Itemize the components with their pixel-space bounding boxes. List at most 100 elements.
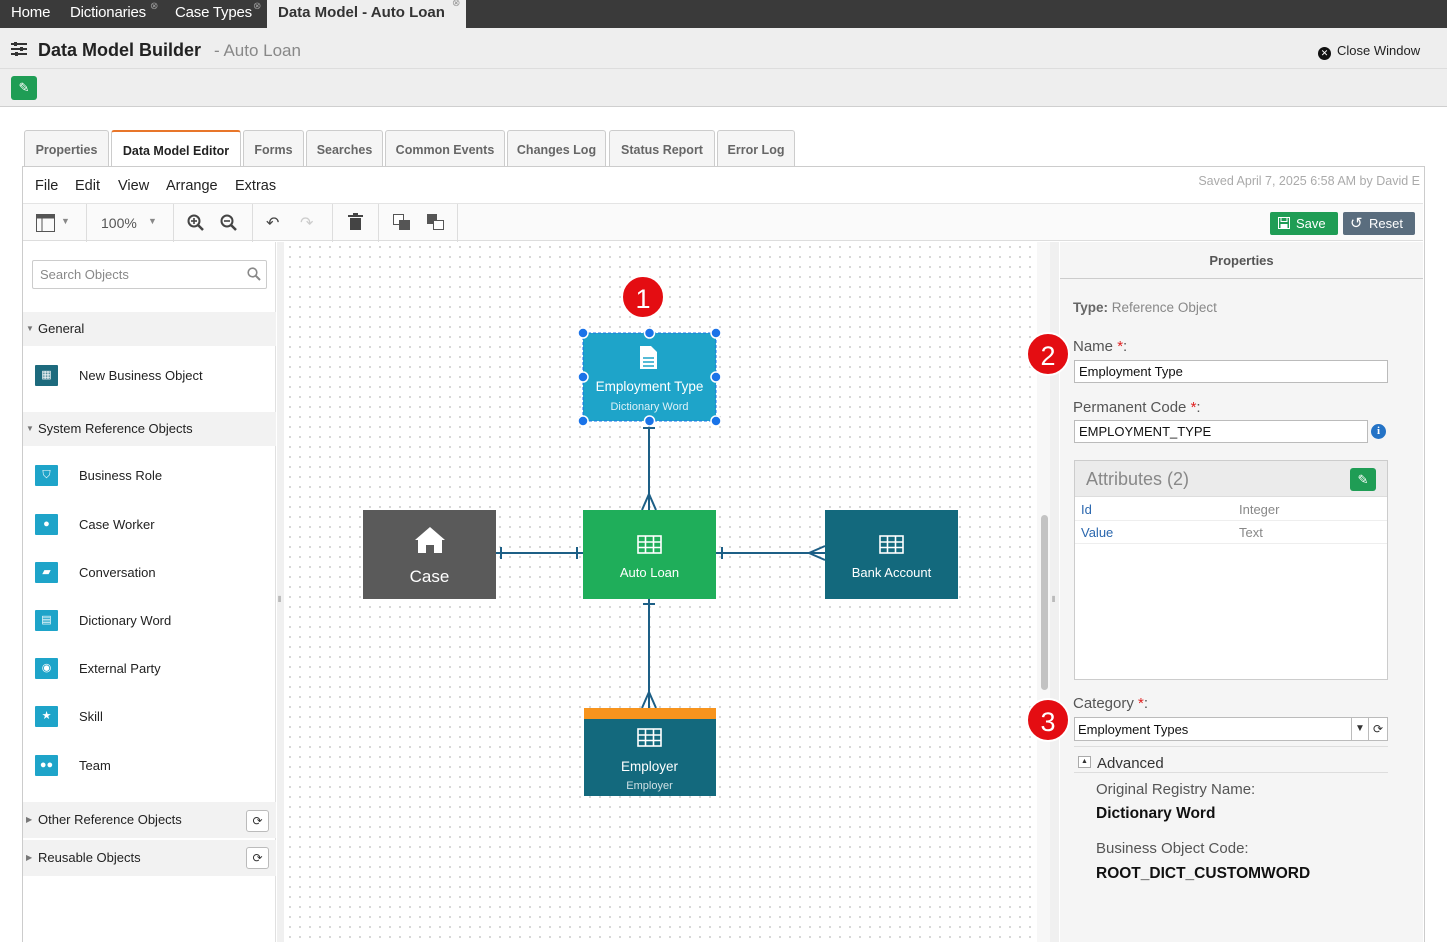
chevron-down-icon[interactable]: ▼	[61, 216, 70, 226]
document-icon	[640, 346, 657, 369]
node-auto-loan[interactable]: Auto Loan	[583, 510, 716, 599]
node-bank-account[interactable]: Bank Account	[825, 510, 958, 599]
caret-down-icon: ▼	[26, 324, 34, 333]
close-tab-icon[interactable]: ⊗	[150, 0, 158, 20]
tab-status-report[interactable]: Status Report	[609, 130, 715, 167]
palette-item-case-worker[interactable]: ● Case Worker	[23, 505, 276, 545]
palette-item-conversation[interactable]: ▰ Conversation	[23, 553, 276, 593]
menu-extras[interactable]: Extras	[235, 178, 276, 194]
type-row: Type: Reference Object	[1073, 300, 1217, 315]
refresh-icon[interactable]: ⟳	[1368, 718, 1387, 740]
palette-item-dictionary-word[interactable]: ▤ Dictionary Word	[23, 601, 276, 641]
user-icon: ●	[35, 514, 58, 535]
palette-item-business-role[interactable]: ⛉ Business Role	[23, 456, 276, 496]
refresh-reusable-button[interactable]: ⟳	[246, 847, 269, 869]
chevron-down-icon[interactable]: ▼	[1351, 718, 1368, 740]
send-to-back-icon[interactable]	[427, 214, 445, 231]
trash-icon[interactable]	[348, 213, 363, 231]
refresh-icon: ⟳	[252, 851, 263, 865]
zoom-in-icon[interactable]	[187, 214, 205, 232]
node-employer[interactable]: Employer Employer	[584, 708, 716, 796]
tab-changes-log[interactable]: Changes Log	[507, 130, 606, 167]
toolbar-separator	[86, 204, 87, 242]
undo-icon[interactable]: ↶	[266, 213, 279, 233]
group-general[interactable]: ▼ General	[23, 312, 276, 346]
name-label: Name *:	[1073, 338, 1128, 355]
annotation-badge-1: 1	[621, 275, 665, 319]
node-title: Auto Loan	[620, 565, 679, 580]
tab-forms[interactable]: Forms	[243, 130, 304, 167]
panel-layout-icon[interactable]	[36, 214, 56, 232]
tab-properties[interactable]: Properties	[24, 130, 109, 167]
close-tab-icon[interactable]: ⊗	[452, 0, 460, 9]
close-circle-icon: ✕	[1318, 47, 1331, 60]
nav-tab-home[interactable]: Home	[11, 0, 50, 28]
object-palette: ▼General ▦New Business Object ▼System Re…	[23, 242, 276, 942]
permanent-code-field[interactable]	[1074, 420, 1368, 443]
menu-file[interactable]: File	[35, 178, 58, 194]
resize-handle[interactable]	[710, 371, 722, 383]
canvas-scrollbar-thumb[interactable]	[1041, 515, 1048, 690]
close-window-button[interactable]: ✕ Close Window	[1318, 43, 1420, 60]
menu-arrange[interactable]: Arrange	[166, 178, 218, 194]
node-body	[583, 510, 716, 599]
node-case[interactable]: Case	[363, 510, 496, 599]
palette-item-external-party[interactable]: ◉ External Party	[23, 649, 276, 689]
node-employment-type[interactable]: Employment Type Dictionary Word	[577, 327, 722, 427]
resize-handle[interactable]	[643, 327, 656, 339]
zoom-out-icon[interactable]	[220, 214, 238, 232]
resize-handle[interactable]	[710, 327, 722, 339]
group-system-reference-objects[interactable]: ▼ System Reference Objects	[23, 412, 276, 446]
advanced-section-toggle[interactable]: ▲ Advanced	[1074, 746, 1388, 773]
resize-handle[interactable]	[643, 415, 656, 427]
bring-to-front-icon[interactable]	[393, 214, 411, 231]
zoom-select[interactable]: 100%	[101, 215, 137, 231]
resize-handle[interactable]	[577, 415, 589, 427]
attribute-row[interactable]: Id Integer	[1075, 498, 1387, 521]
node-subtitle: Employer	[626, 780, 673, 792]
resize-handle[interactable]	[577, 327, 589, 339]
tab-common-events[interactable]: Common Events	[385, 130, 505, 167]
redo-icon[interactable]: ↷	[300, 213, 313, 233]
refresh-other-button[interactable]: ⟳	[246, 810, 269, 832]
nav-tab-case-types[interactable]: Case Types ⊗	[175, 0, 261, 28]
registry-name-label: Original Registry Name:	[1096, 781, 1256, 798]
toolbar-separator	[457, 204, 458, 242]
tab-error-log[interactable]: Error Log	[717, 130, 795, 167]
tab-data-model-editor[interactable]: Data Model Editor	[111, 130, 241, 168]
menu-edit[interactable]: Edit	[75, 178, 100, 194]
name-field[interactable]	[1074, 360, 1388, 383]
category-select[interactable]: Employment Types ▼ ⟳	[1074, 717, 1388, 741]
close-tab-icon[interactable]: ⊗	[253, 0, 261, 20]
left-splitter[interactable]: ⦀	[277, 242, 284, 942]
save-button[interactable]: Save	[1270, 212, 1338, 235]
menu-view[interactable]: View	[118, 178, 149, 194]
node-body	[825, 510, 958, 599]
search-input[interactable]	[32, 260, 267, 289]
resize-handle[interactable]	[710, 415, 722, 427]
group-reusable-objects[interactable]: ▶ Reusable Objects	[23, 840, 276, 876]
search-icon[interactable]	[247, 267, 261, 281]
refresh-icon: ⟳	[252, 814, 263, 828]
group-other-reference-objects[interactable]: ▶ Other Reference Objects	[23, 802, 276, 838]
attribute-row[interactable]: Value Text	[1075, 521, 1387, 544]
properties-header: Properties	[1060, 242, 1423, 279]
globe-icon: ◉	[35, 658, 58, 679]
pencil-icon: ✎	[1357, 472, 1369, 487]
palette-item-team[interactable]: ●● Team	[23, 746, 276, 786]
reset-button[interactable]: ↺ Reset	[1343, 212, 1415, 235]
node-title: Bank Account	[852, 565, 932, 580]
nav-tab-dictionaries[interactable]: Dictionaries ⊗	[70, 0, 158, 28]
category-label: Category *:	[1073, 695, 1149, 712]
resize-handle[interactable]	[577, 371, 589, 383]
edit-button[interactable]: ✎	[11, 76, 37, 100]
tab-searches[interactable]: Searches	[306, 130, 383, 167]
info-icon[interactable]: i	[1371, 424, 1386, 439]
palette-item-skill[interactable]: ★ Skill	[23, 697, 276, 737]
shield-icon: ⛉	[35, 465, 58, 486]
nav-tab-data-model[interactable]: Data Model - Auto Loan ⊗	[267, 0, 466, 29]
palette-item-new-business-object[interactable]: ▦ New Business Object	[23, 356, 276, 396]
edit-attributes-button[interactable]: ✎	[1350, 468, 1376, 491]
chevron-down-icon[interactable]: ▼	[148, 216, 157, 226]
table-icon: ▦	[35, 365, 58, 386]
